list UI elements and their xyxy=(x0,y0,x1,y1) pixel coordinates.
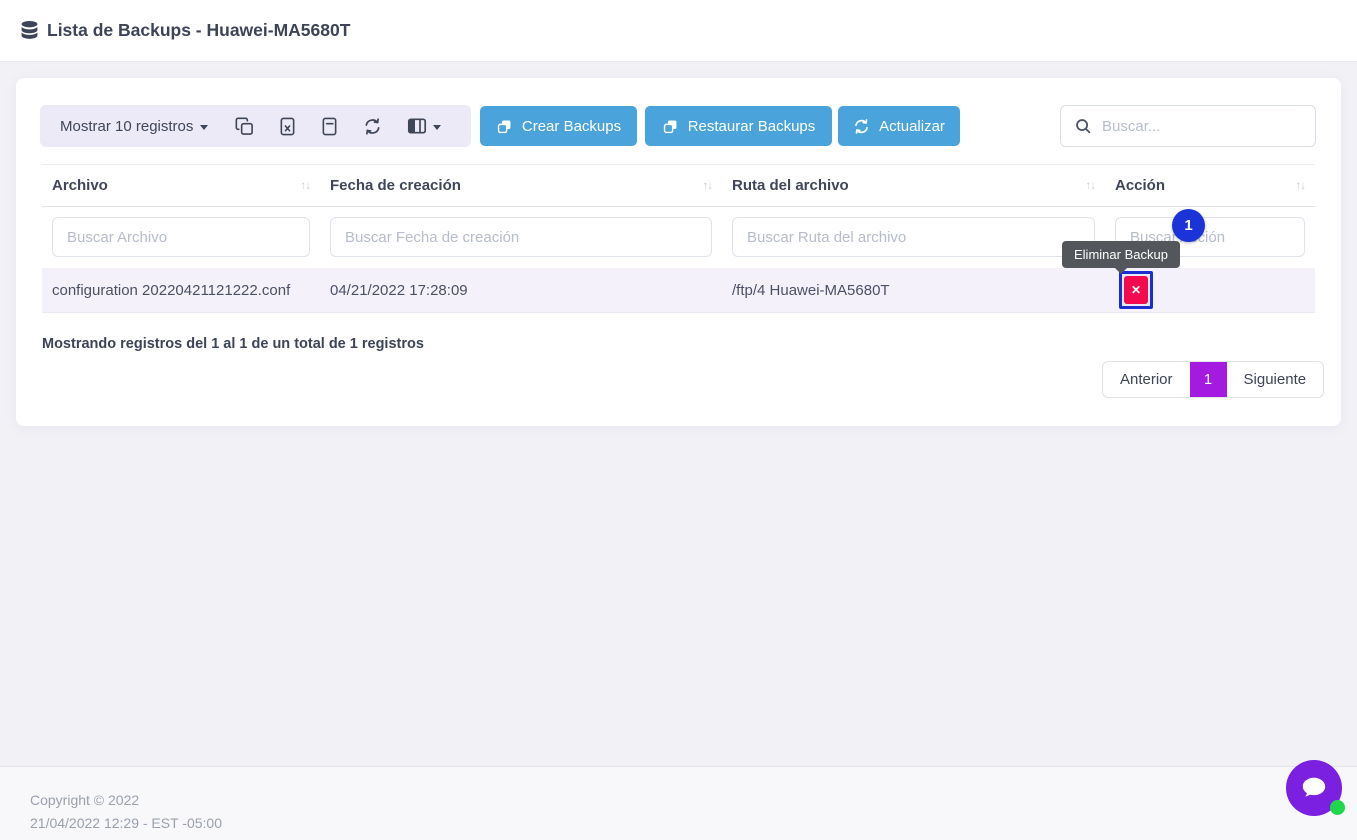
refresh-icon xyxy=(853,118,870,135)
column-header-ruta[interactable]: Ruta del archivo ↑↓ xyxy=(722,177,1105,194)
table-row: configuration 20220421121222.conf 04/21/… xyxy=(42,268,1315,313)
reload-icon xyxy=(363,117,382,136)
restaurar-backups-button[interactable]: Restaurar Backups xyxy=(645,106,832,146)
copyright-text: Copyright © 2022 xyxy=(30,789,1357,812)
eliminar-backup-button[interactable]: ✕ xyxy=(1124,276,1148,304)
database-icon xyxy=(20,20,39,41)
annotation-badge: 1 xyxy=(1172,209,1205,242)
reload-button[interactable] xyxy=(363,117,382,136)
excel-icon xyxy=(279,117,296,136)
excel-export-button[interactable] xyxy=(279,117,296,136)
pagination-previous-button[interactable]: Anterior xyxy=(1103,362,1190,397)
search-input[interactable] xyxy=(1102,118,1302,135)
chat-widget-button[interactable] xyxy=(1286,760,1342,816)
online-status-dot xyxy=(1330,800,1345,815)
pagination-next-button[interactable]: Siguiente xyxy=(1227,362,1324,397)
sort-icon: ↑↓ xyxy=(1086,180,1096,192)
copy-button[interactable] xyxy=(235,117,254,136)
cell-archivo: configuration 20220421121222.conf xyxy=(42,282,320,299)
save-icon xyxy=(496,118,513,135)
cell-ruta: /ftp/4 Huawei-MA5680T xyxy=(722,282,1105,299)
copy-icon xyxy=(235,117,254,136)
columns-icon xyxy=(407,117,427,135)
filter-ruta-input[interactable] xyxy=(732,217,1095,257)
sort-icon: ↑↓ xyxy=(301,180,311,192)
filter-fecha-input[interactable] xyxy=(330,217,712,257)
search-icon xyxy=(1074,117,1092,135)
actualizar-button[interactable]: Actualizar xyxy=(838,106,960,146)
column-visibility-button[interactable] xyxy=(407,117,441,135)
sort-icon: ↑↓ xyxy=(703,180,713,192)
filter-archivo-input[interactable] xyxy=(52,217,310,257)
backups-table: Archivo ↑↓ Fecha de creación ↑↓ Ruta del… xyxy=(42,164,1315,313)
cell-accion: ✕ xyxy=(1105,271,1315,309)
table-info-text: Mostrando registros del 1 al 1 de un tot… xyxy=(42,336,424,352)
annotation-highlight-ring: ✕ xyxy=(1119,271,1153,309)
eliminar-backup-tooltip: Eliminar Backup xyxy=(1062,241,1180,268)
footer-datetime: 21/04/2022 12:29 - EST -05:00 xyxy=(30,812,1357,835)
column-header-archivo[interactable]: Archivo ↑↓ xyxy=(42,177,320,194)
crear-backups-button[interactable]: Crear Backups xyxy=(480,106,637,146)
page-footer: Copyright © 2022 21/04/2022 12:29 - EST … xyxy=(0,766,1357,840)
pagination-page-1[interactable]: 1 xyxy=(1190,362,1227,397)
backups-card: Mostrar 10 registros xyxy=(16,78,1341,426)
save-icon xyxy=(662,118,679,135)
actualizar-label: Actualizar xyxy=(879,118,945,135)
cell-fecha: 04/21/2022 17:28:09 xyxy=(320,282,722,299)
global-search-box xyxy=(1060,105,1316,147)
caret-down-icon xyxy=(200,125,208,130)
sort-icon: ↑↓ xyxy=(1296,180,1306,192)
file-icon xyxy=(321,117,338,136)
page-title: Lista de Backups - Huawei-MA5680T xyxy=(47,20,350,41)
column-header-fecha[interactable]: Fecha de creación ↑↓ xyxy=(320,177,722,194)
top-navbar: Lista de Backups - Huawei-MA5680T xyxy=(0,0,1357,62)
table-header-row: Archivo ↑↓ Fecha de creación ↑↓ Ruta del… xyxy=(42,164,1315,207)
caret-down-icon xyxy=(433,125,441,130)
file-export-button[interactable] xyxy=(321,117,338,136)
close-icon: ✕ xyxy=(1131,283,1141,297)
restaurar-backups-label: Restaurar Backups xyxy=(688,118,816,135)
page-length-select[interactable]: Mostrar 10 registros xyxy=(60,118,208,135)
chat-bubble-icon xyxy=(1299,774,1329,802)
page-length-label: Mostrar 10 registros xyxy=(60,118,193,135)
pagination: Anterior 1 Siguiente xyxy=(1102,361,1324,398)
datatable-toolbar: Mostrar 10 registros xyxy=(40,105,471,147)
crear-backups-label: Crear Backups xyxy=(522,118,621,135)
column-header-accion[interactable]: Acción ↑↓ xyxy=(1105,177,1315,194)
